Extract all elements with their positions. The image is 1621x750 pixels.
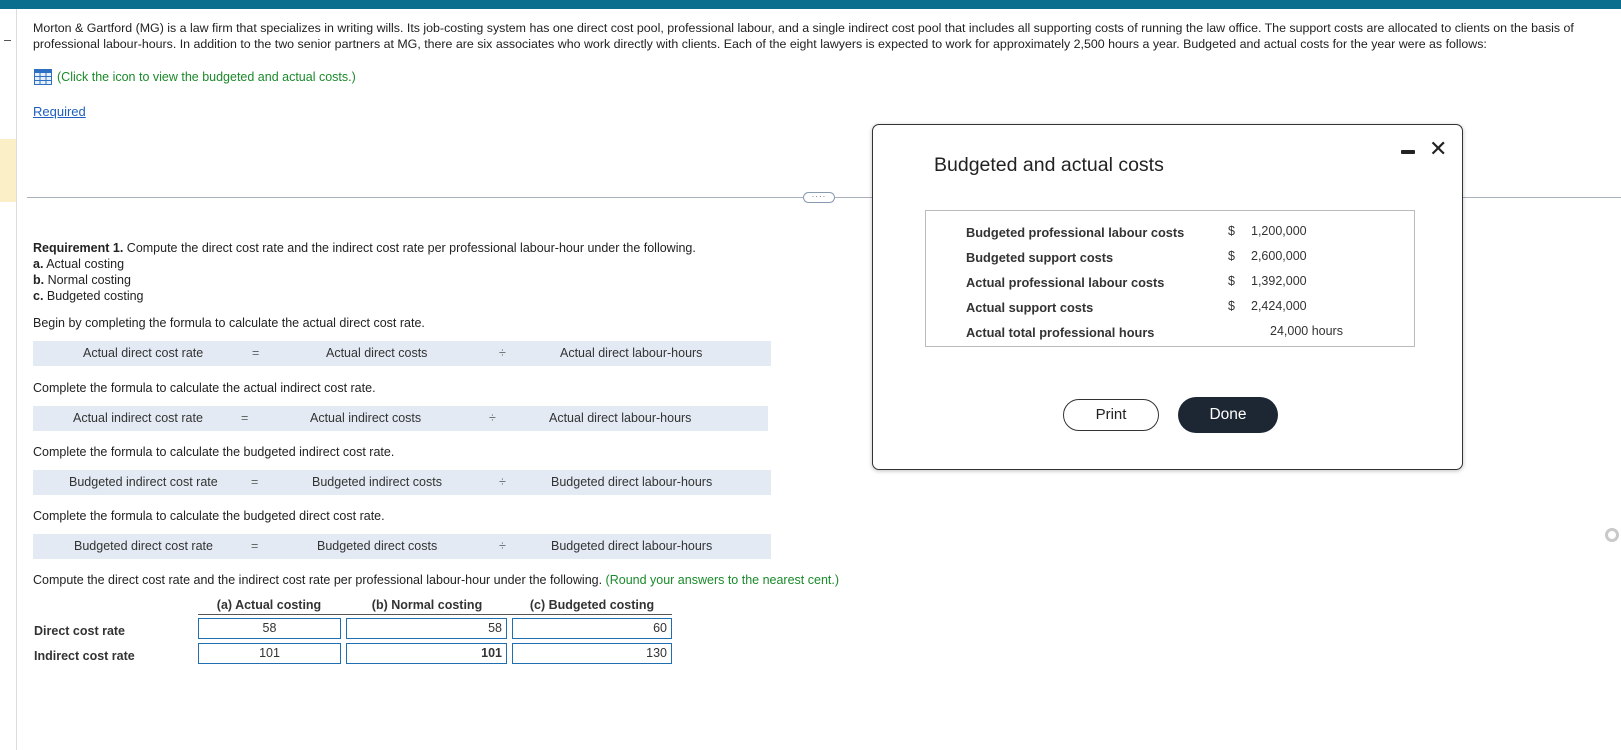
formula-denominator[interactable]: Budgeted direct labour-hours — [551, 539, 712, 553]
formula-equals: = — [252, 346, 260, 360]
left-dash — [4, 40, 11, 41]
instruction-budgeted-direct: Complete the formula to calculate the bu… — [33, 509, 385, 523]
formula-actual-direct: Actual direct cost rate = Actual direct … — [33, 341, 771, 366]
print-button[interactable]: Print — [1063, 399, 1159, 431]
header-budgeted-costing: (c) Budgeted costing — [529, 598, 655, 612]
close-icon[interactable]: ✕ — [1429, 136, 1447, 162]
minimize-icon[interactable] — [1401, 150, 1415, 154]
direct-rate-budgeted-input[interactable]: 60 — [512, 618, 672, 639]
requirement-heading: Requirement 1. — [33, 241, 124, 255]
item-text-a: Actual costing — [43, 257, 125, 271]
cost-table: Budgeted professional labour costs $ 1,2… — [925, 210, 1415, 347]
scroll-indicator-icon[interactable] — [1605, 528, 1619, 542]
formula-lhs: Budgeted indirect cost rate — [69, 475, 218, 489]
instruction-budgeted-indirect: Complete the formula to calculate the bu… — [33, 445, 395, 459]
required-link[interactable]: Required — [33, 104, 86, 119]
requirement-text: Compute the direct cost rate and the ind… — [123, 241, 696, 255]
compute-text: Compute the direct cost rate and the ind… — [33, 573, 606, 587]
item-letter-c: c. — [33, 289, 44, 303]
cost-dollar: $ — [1228, 249, 1235, 263]
formula-divide: ÷ — [499, 346, 506, 360]
formula-equals: = — [241, 411, 249, 425]
formula-denominator[interactable]: Budgeted direct labour-hours — [551, 475, 712, 489]
formula-equals: = — [251, 475, 259, 489]
compute-instruction: Compute the direct cost rate and the ind… — [33, 573, 839, 587]
formula-divide: ÷ — [489, 411, 496, 425]
cost-value: 1,200,000 — [1251, 224, 1307, 238]
formula-lhs: Actual direct cost rate — [83, 346, 204, 360]
formula-numerator[interactable]: Budgeted direct costs — [317, 539, 437, 553]
cost-label: Actual total professional hours — [966, 325, 1155, 340]
cost-label: Actual professional labour costs — [966, 275, 1165, 290]
cost-label: Budgeted professional labour costs — [966, 225, 1185, 240]
table-grid-icon[interactable] — [34, 69, 52, 85]
left-highlight — [0, 139, 16, 202]
budgeted-costs-modal: Budgeted and actual costs ✕ Budgeted pro… — [872, 124, 1463, 470]
item-text-c: Budgeted costing — [43, 289, 144, 303]
indirect-rate-actual-input[interactable]: 101 — [198, 643, 341, 664]
cost-dollar: $ — [1228, 299, 1235, 313]
direct-rate-actual-input[interactable]: 58 — [198, 618, 341, 639]
formula-budgeted-direct: Budgeted direct cost rate = Budgeted dir… — [33, 534, 771, 559]
left-rail — [16, 9, 17, 750]
header-actual-costing: (a) Actual costing — [216, 598, 322, 612]
item-letter-a: a. — [33, 257, 44, 271]
view-costs-link[interactable]: (Click the icon to view the budgeted and… — [34, 69, 356, 85]
view-costs-link-label[interactable]: (Click the icon to view the budgeted and… — [57, 70, 356, 84]
cost-dollar: $ — [1228, 224, 1235, 238]
rounding-note: (Round your answers to the nearest cent.… — [605, 573, 840, 587]
cost-value: 2,424,000 — [1251, 299, 1307, 313]
indirect-rate-budgeted-input[interactable]: 130 — [512, 643, 672, 664]
cost-value: 24,000 hours — [1270, 324, 1343, 338]
direct-cost-rate-label: Direct cost rate — [34, 624, 126, 638]
cost-value: 2,600,000 — [1251, 249, 1307, 263]
formula-denominator[interactable]: Actual direct labour-hours — [560, 346, 702, 360]
direct-rate-normal-input[interactable]: 58 — [346, 618, 507, 639]
indirect-rate-normal-input[interactable]: 101 — [346, 643, 507, 664]
instruction-actual-direct: Begin by completing the formula to calcu… — [33, 316, 425, 330]
formula-numerator[interactable]: Actual direct costs — [326, 346, 427, 360]
formula-equals: = — [251, 539, 259, 553]
formula-lhs: Budgeted direct cost rate — [74, 539, 213, 553]
problem-intro: Morton & Gartford (MG) is a law firm tha… — [33, 21, 1574, 51]
requirement-block: Requirement 1. Compute the direct cost r… — [33, 240, 696, 304]
cost-dollar: $ — [1228, 274, 1235, 288]
formula-actual-indirect: Actual indirect cost rate = Actual indir… — [33, 406, 768, 431]
modal-title: Budgeted and actual costs — [934, 154, 1164, 176]
formula-denominator[interactable]: Actual direct labour-hours — [549, 411, 691, 425]
header-underline — [198, 614, 672, 615]
indirect-cost-rate-label: Indirect cost rate — [34, 649, 135, 663]
formula-divide: ÷ — [499, 475, 506, 489]
done-button[interactable]: Done — [1178, 397, 1278, 433]
item-letter-b: b. — [33, 273, 45, 287]
divider-handle[interactable]: ···· — [803, 192, 835, 203]
top-bar — [0, 0, 1621, 9]
header-normal-costing: (b) Normal costing — [371, 598, 483, 612]
formula-budgeted-indirect: Budgeted indirect cost rate = Budgeted i… — [33, 470, 771, 495]
formula-divide: ÷ — [499, 539, 506, 553]
cost-value: 1,392,000 — [1251, 274, 1307, 288]
item-text-b: Normal costing — [44, 273, 131, 287]
formula-numerator[interactable]: Budgeted indirect costs — [312, 475, 442, 489]
formula-lhs: Actual indirect cost rate — [73, 411, 203, 425]
formula-numerator[interactable]: Actual indirect costs — [310, 411, 421, 425]
cost-label: Actual support costs — [966, 300, 1094, 315]
cost-label: Budgeted support costs — [966, 250, 1114, 265]
instruction-actual-indirect: Complete the formula to calculate the ac… — [33, 381, 376, 395]
